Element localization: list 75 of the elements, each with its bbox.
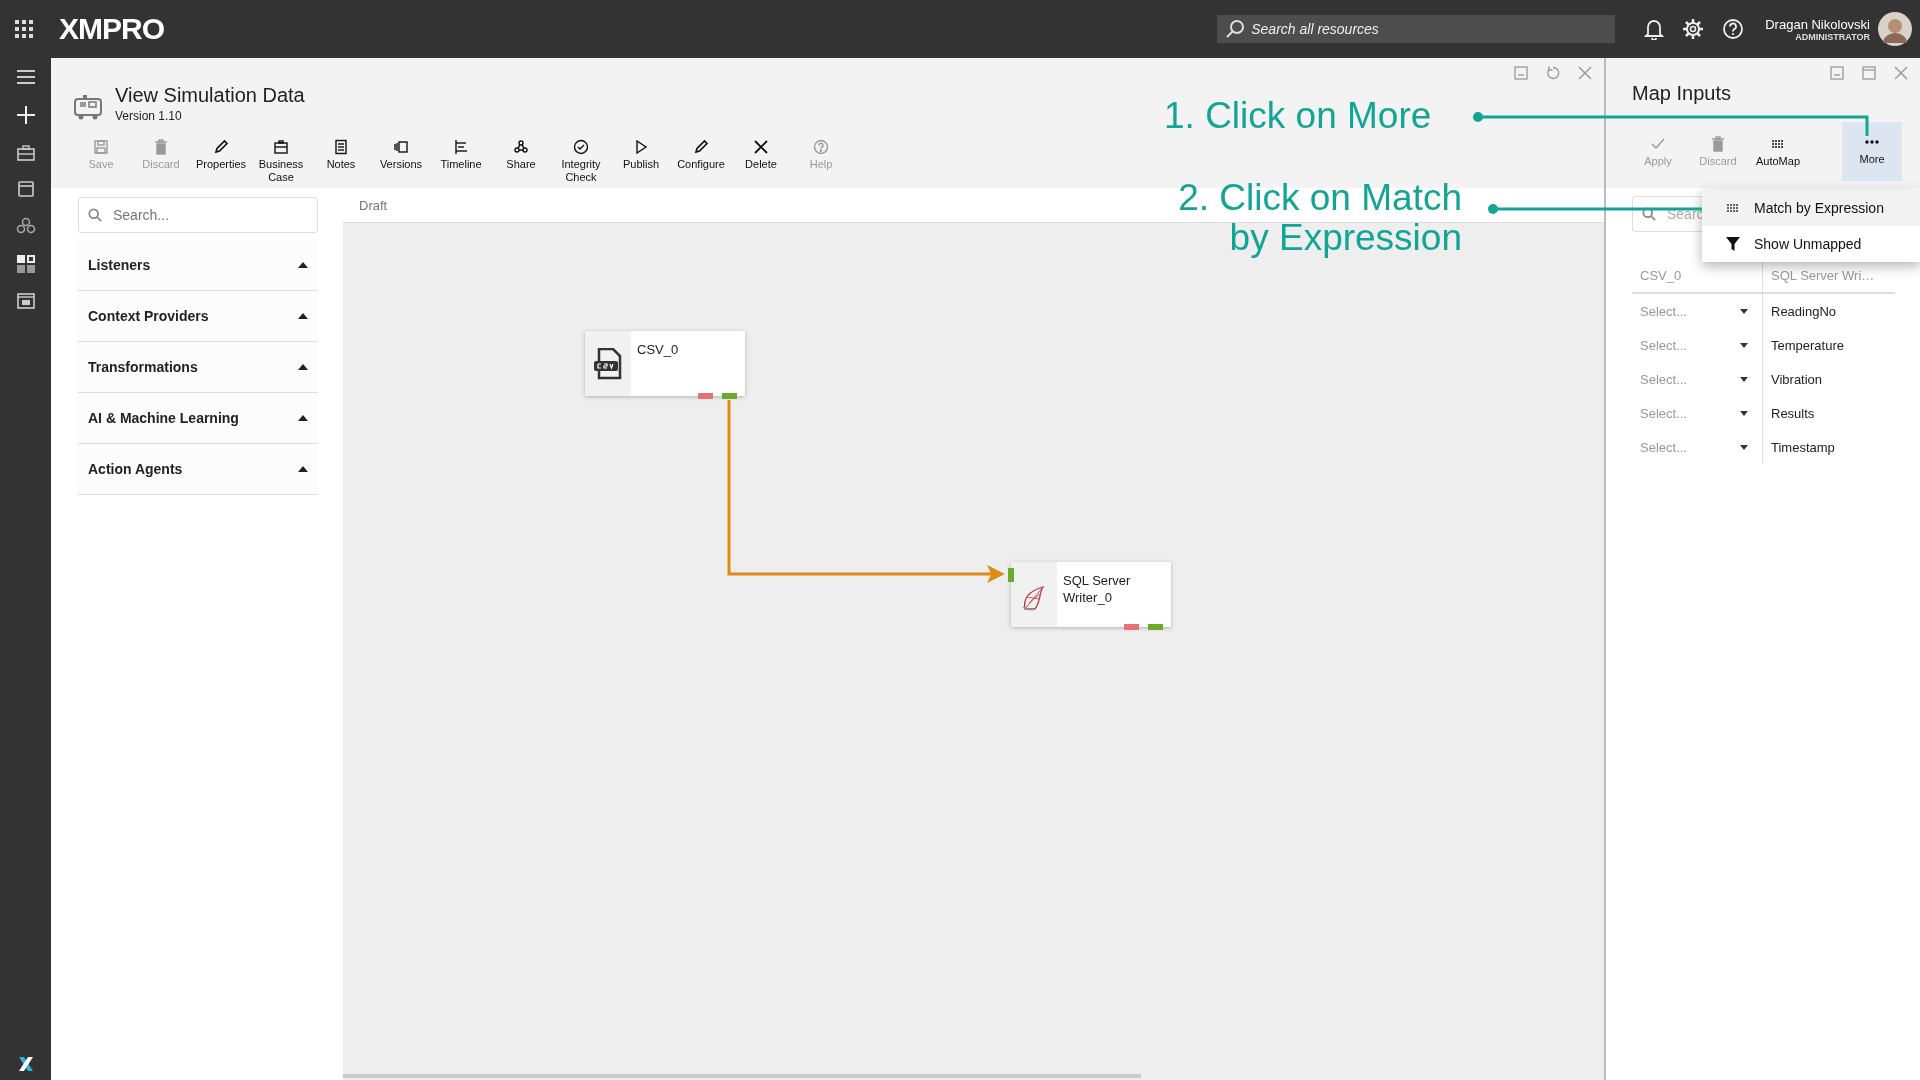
table-cell-text: Results xyxy=(1770,405,1815,421)
flow-node[interactable]: SQL Server Writer_0 xyxy=(1011,562,1171,627)
briefcase-icon[interactable] xyxy=(16,145,35,161)
help-icon xyxy=(813,139,829,155)
toolbar-button[interactable]: Business Case xyxy=(251,135,311,188)
search-field[interactable]: Search all resources xyxy=(1217,15,1616,43)
logo[interactable]: XMPRO xyxy=(59,12,164,46)
annotation-text: 2. Click on Match by Expression xyxy=(1178,178,1462,258)
caret-icon xyxy=(1740,444,1748,450)
machine-icon xyxy=(73,93,103,120)
toolbar-button[interactable]: More xyxy=(1842,122,1902,181)
version-label: Version 1.10 xyxy=(115,109,183,123)
versions-icon xyxy=(393,139,409,155)
csv-file-icon xyxy=(593,347,623,380)
filter-icon xyxy=(1726,237,1740,251)
toolbar-button[interactable]: Integrity Check xyxy=(551,135,611,188)
close-icon[interactable] xyxy=(1894,66,1908,80)
toolbar-button[interactable]: Configure xyxy=(671,135,731,188)
toolbar-button[interactable]: Publish xyxy=(611,135,671,188)
check-icon xyxy=(573,139,589,155)
caret-icon xyxy=(1740,342,1748,348)
settings-icon[interactable] xyxy=(1682,18,1705,40)
toolbar-button[interactable]: Notes xyxy=(311,135,371,188)
plus-icon[interactable] xyxy=(15,105,36,125)
trash-icon xyxy=(153,139,169,155)
x-logo-icon[interactable] xyxy=(17,1056,34,1072)
user-avatar[interactable] xyxy=(1878,12,1912,46)
trash-icon xyxy=(1710,136,1726,152)
gears-icon[interactable] xyxy=(15,217,36,235)
menu-item[interactable]: Match by Expression xyxy=(1702,190,1920,226)
close-icon xyxy=(753,139,769,155)
table-cell-text: Vibration xyxy=(1770,371,1823,387)
flow-node[interactable]: CSV_0 xyxy=(585,331,745,396)
play-icon xyxy=(633,139,649,155)
share-icon xyxy=(513,139,529,155)
dashed-lines-icon xyxy=(1726,203,1740,213)
variables-icon[interactable] xyxy=(16,293,35,309)
scrollbar[interactable] xyxy=(343,1074,1141,1078)
panel-title: Map Inputs xyxy=(1632,82,1731,105)
annotation-text: 1. Click on More xyxy=(1164,96,1432,136)
caret-icon xyxy=(1740,410,1748,416)
draft-label: Draft xyxy=(359,197,388,213)
box-icon[interactable] xyxy=(17,181,34,197)
caret-icon xyxy=(1740,376,1748,382)
pencil-icon xyxy=(213,139,229,155)
table-cell-text: ReadingNo xyxy=(1770,303,1837,319)
page-title: View Simulation Data xyxy=(115,84,305,107)
search-field[interactable]: Search... xyxy=(78,197,318,233)
caret-icon xyxy=(1740,308,1748,314)
notes-icon xyxy=(333,139,349,155)
notification-bell-icon[interactable] xyxy=(1644,18,1665,40)
timeline-icon xyxy=(453,139,469,155)
user-name: Dragan Nikolovski xyxy=(1765,16,1870,32)
briefcase-icon xyxy=(273,139,289,155)
refresh-icon[interactable] xyxy=(1546,66,1560,80)
dashboard-icon[interactable] xyxy=(16,255,35,273)
toolbar-button[interactable]: Share xyxy=(491,135,551,188)
node-label: SQL Server Writer_0 xyxy=(1062,572,1132,607)
column-header: SQL Server Wri… xyxy=(1770,267,1875,283)
toolbar-button[interactable]: Properties xyxy=(191,135,251,188)
input-port[interactable] xyxy=(1008,568,1014,582)
toolbar-button[interactable]: Versions xyxy=(371,135,431,188)
apps-grid-icon[interactable] xyxy=(15,20,33,38)
close-icon[interactable] xyxy=(1578,66,1592,80)
toolbar-button[interactable]: Timeline xyxy=(431,135,491,188)
check-icon xyxy=(1650,136,1666,152)
node-label: CSV_0 xyxy=(636,341,680,359)
help-icon[interactable] xyxy=(1722,18,1745,40)
menu-icon[interactable] xyxy=(15,69,36,85)
table-cell-text: Timestamp xyxy=(1770,439,1835,455)
pencil-icon xyxy=(693,139,709,155)
toolbar-button[interactable]: AutoMap xyxy=(1748,132,1808,181)
table-cell-text: Temperature xyxy=(1770,337,1844,353)
toolbar-button[interactable]: Delete xyxy=(731,135,791,188)
user-role: ADMINISTRATOR xyxy=(1795,31,1870,42)
